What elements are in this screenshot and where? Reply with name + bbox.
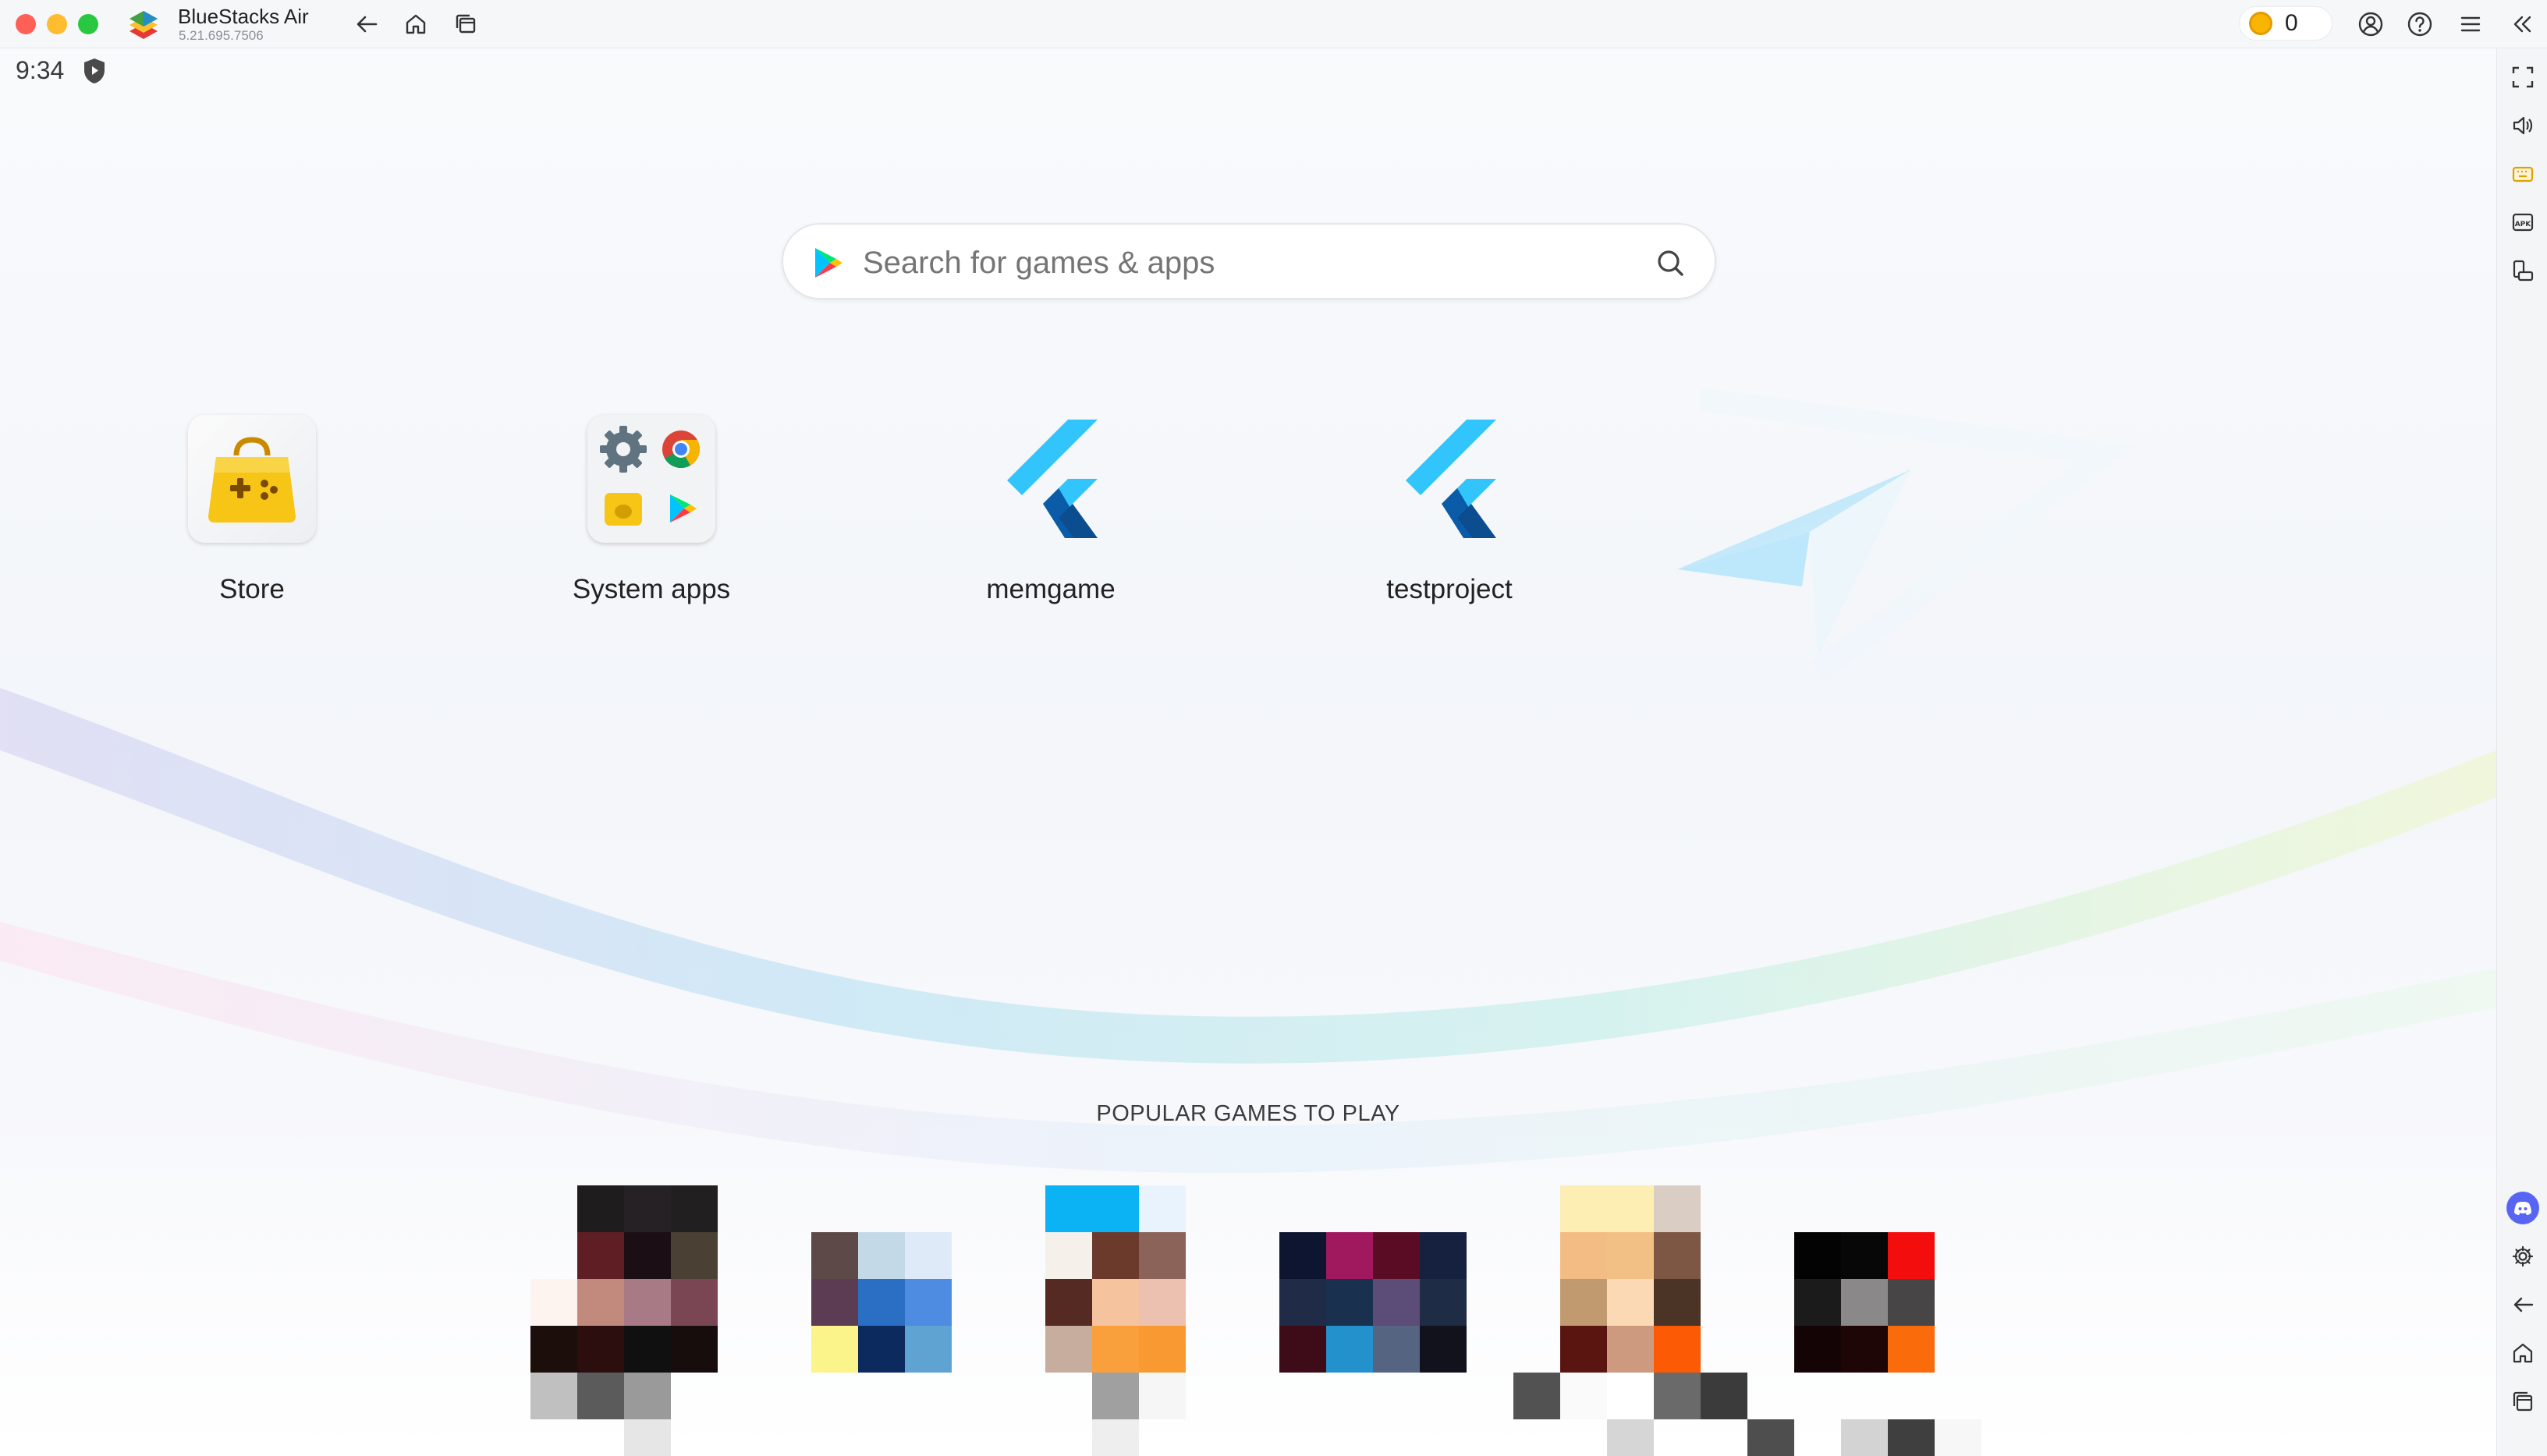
android-back-button[interactable] <box>2506 1288 2539 1321</box>
coins-pill[interactable]: 0 <box>2239 6 2332 41</box>
popular-games-title: POPULAR GAMES TO PLAY <box>1096 1101 1400 1126</box>
google-play-icon <box>815 248 842 278</box>
popular-game-tile[interactable] <box>1513 1132 1747 1456</box>
keyboard-controls-icon <box>2512 166 2534 182</box>
search-input[interactable] <box>863 243 1565 282</box>
flutter-icon <box>987 415 1115 543</box>
window-maximize-button[interactable] <box>78 14 98 34</box>
app-store[interactable]: Store <box>158 415 346 618</box>
search-icon[interactable] <box>1654 246 1687 279</box>
discord-button[interactable] <box>2506 1192 2539 1224</box>
window-minimize-button[interactable] <box>47 14 67 34</box>
game-thumbnail <box>1513 1185 1747 1456</box>
app-memgame[interactable]: memgame <box>957 415 1144 618</box>
popular-game-tile[interactable] <box>764 1132 952 1456</box>
game-thumbnail <box>1279 1232 1467 1373</box>
coin-icon <box>2249 12 2272 35</box>
app-testproject[interactable]: testproject <box>1356 415 1543 618</box>
rotate-icon <box>2513 260 2534 282</box>
double-chevron-left-icon <box>2513 16 2531 33</box>
title-bar: BlueStacks Air 5.21.695.7506 0 <box>0 0 2547 48</box>
volume-button[interactable] <box>2506 109 2539 142</box>
keyboard-controls-button[interactable] <box>2506 158 2539 190</box>
play-protect-icon <box>84 58 105 83</box>
help-button[interactable] <box>2403 8 2436 41</box>
menu-button[interactable] <box>2454 8 2487 41</box>
account-icon <box>2358 12 2383 37</box>
recent-apps-button[interactable] <box>2506 1385 2539 1418</box>
back-icon <box>2513 1297 2534 1313</box>
app-label: Store <box>219 574 285 604</box>
volume-icon <box>2513 116 2533 135</box>
right-sidebar: APK <box>2496 48 2547 1456</box>
store-bag-icon <box>188 415 316 543</box>
popular-game-tile[interactable] <box>1233 1132 1467 1456</box>
window-close-button[interactable] <box>16 14 36 34</box>
app-title: BlueStacks Air <box>178 5 309 28</box>
rotate-button[interactable] <box>2506 254 2539 287</box>
android-home-screen: 9:34 Search for games & apps Store Syste… <box>0 48 2496 1456</box>
status-time: 9:34 <box>16 56 65 84</box>
app-label: memgame <box>986 574 1116 604</box>
install-apk-icon: APK <box>2512 213 2534 232</box>
arrow-left-icon <box>357 16 378 33</box>
popular-game-tile[interactable] <box>530 1132 718 1456</box>
settings-button[interactable] <box>2506 1240 2539 1273</box>
android-home-button[interactable] <box>2506 1337 2539 1369</box>
hamburger-icon <box>2460 16 2481 32</box>
search-bar[interactable] <box>782 223 1716 299</box>
game-thumbnail <box>1045 1185 1186 1456</box>
popular-game-tile[interactable] <box>1747 1132 1981 1456</box>
multi-instance-button[interactable] <box>449 8 482 41</box>
help-icon <box>2407 12 2432 37</box>
back-button[interactable] <box>350 8 383 41</box>
app-version: 5.21.695.7506 <box>179 28 264 43</box>
coin-count: 0 <box>2285 10 2298 36</box>
popular-game-tile[interactable] <box>999 1132 1186 1456</box>
fullscreen-button[interactable] <box>2506 61 2539 94</box>
fullscreen-icon <box>2512 66 2534 88</box>
multi-window-icon <box>456 14 476 34</box>
app-label: System apps <box>572 574 731 604</box>
system-apps-folder-icon <box>587 415 715 543</box>
flutter-icon <box>1385 415 1513 543</box>
home-button[interactable] <box>399 8 432 41</box>
settings-icon <box>2512 1245 2534 1267</box>
game-thumbnail <box>811 1232 952 1373</box>
app-label: testproject <box>1386 574 1513 604</box>
bluestacks-logo-icon <box>129 11 158 39</box>
game-thumbnail <box>1747 1232 1981 1456</box>
recent-apps-icon <box>2513 1391 2533 1412</box>
collapse-sidebar-button[interactable] <box>2506 8 2538 41</box>
game-thumbnail <box>530 1185 718 1456</box>
home-icon <box>2513 1343 2533 1363</box>
install-apk-button[interactable]: APK <box>2506 206 2539 239</box>
home-icon <box>406 14 426 34</box>
svg-text:APK: APK <box>2515 221 2532 228</box>
app-system-apps[interactable]: System apps <box>558 415 745 618</box>
account-button[interactable] <box>2354 8 2387 41</box>
discord-icon <box>2514 1202 2531 1215</box>
